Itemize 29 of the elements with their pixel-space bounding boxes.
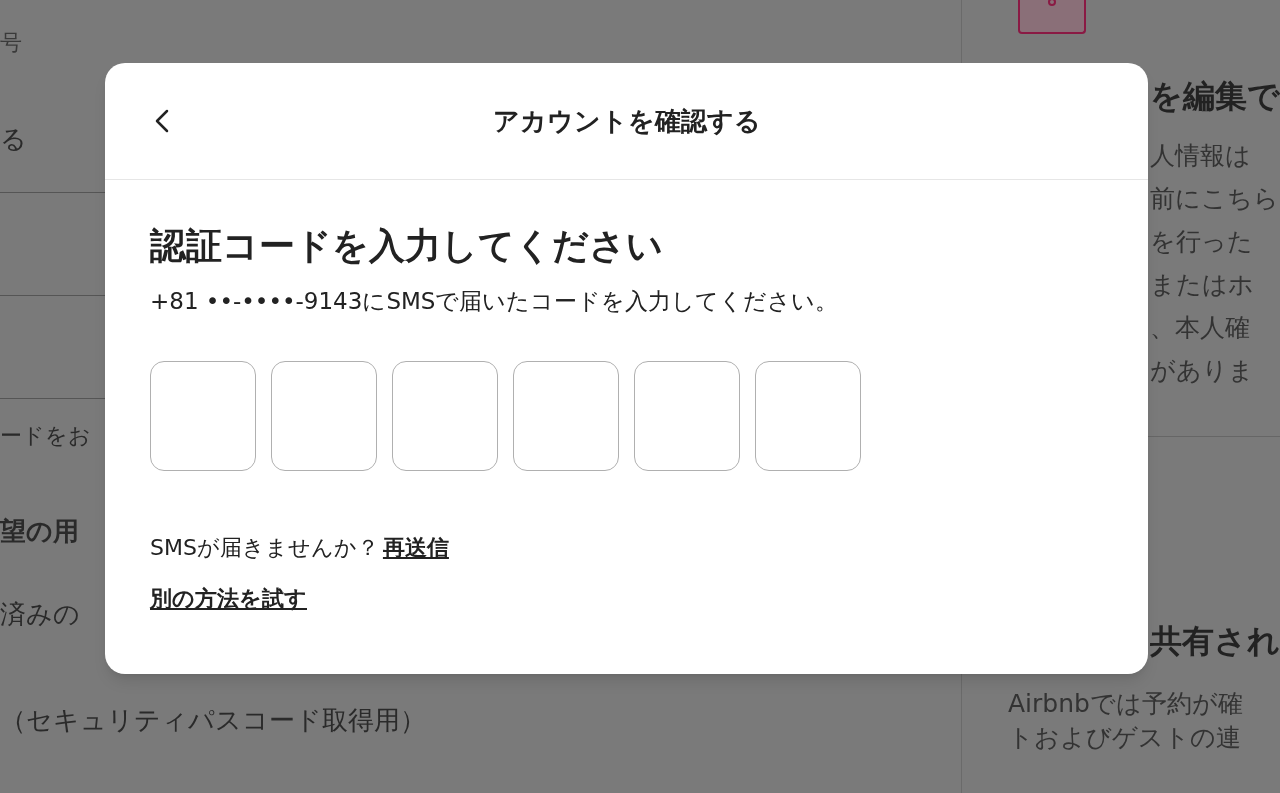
instruction-text: +81 ••-••••-9143にSMSで届いたコードを入力してください。 — [150, 287, 840, 316]
body-text: 前にこちら — [1150, 182, 1279, 215]
code-digit-field[interactable] — [755, 360, 861, 471]
back-icon — [155, 109, 169, 133]
resend-link[interactable]: 再送信 — [382, 530, 449, 564]
resend-prompt: SMSが届きませんか？ — [150, 533, 379, 562]
body-text: Airbnbでは予約が確 — [1008, 688, 1243, 721]
body-text: またはホ — [1150, 268, 1254, 301]
field-value: る — [0, 122, 27, 156]
code-digit-field[interactable] — [513, 360, 619, 471]
field-value: 済みの — [0, 597, 80, 631]
code-digit-field[interactable] — [150, 360, 256, 471]
body-text: 人情報は — [1150, 139, 1251, 172]
field-value: （セキュリティパスコード取得用） — [0, 703, 426, 737]
body-text: がありま — [1150, 354, 1254, 387]
field-note: ードをお — [0, 423, 91, 448]
section-heading: 共有され — [1150, 622, 1280, 660]
code-digit-field[interactable] — [392, 360, 498, 471]
dialog-heading: 認証コードを入力してください — [150, 224, 664, 268]
section-heading: を編集で — [1150, 77, 1280, 115]
section-heading: 望の用 — [0, 514, 79, 548]
dialog-title: アカウントを確認する — [492, 104, 761, 138]
body-text: 、本人確 — [1150, 311, 1250, 344]
alternative-method-link[interactable]: 別の方法を試す — [150, 581, 307, 615]
field-label: 号 — [0, 30, 22, 55]
code-digit-field[interactable] — [634, 360, 740, 471]
code-digit-field[interactable] — [271, 360, 377, 471]
body-text: を行った — [1150, 225, 1253, 258]
body-text: トおよびゲストの連 — [1008, 722, 1241, 755]
